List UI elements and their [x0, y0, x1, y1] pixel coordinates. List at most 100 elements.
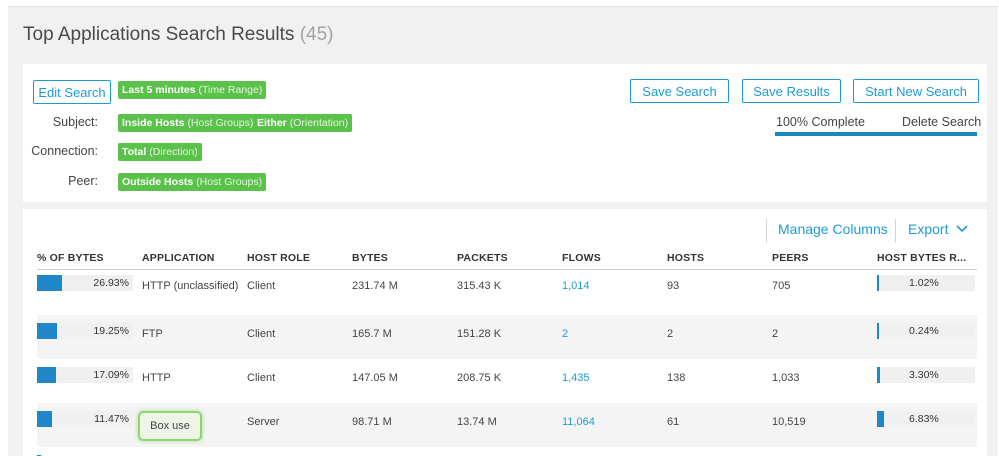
bytes-value: 147.05 M — [352, 372, 398, 384]
pct-bytes-value: 17.09% — [93, 369, 129, 381]
application-name: Box use — [150, 420, 190, 432]
host-bytes-ratio-bar: 6.83% — [877, 411, 975, 427]
host-bytes-ratio-value: 6.83% — [909, 413, 939, 425]
direction-tag-type: (Direction) — [149, 146, 198, 158]
results-panel: Manage Columns Export % OF BYTES APPLICA… — [23, 209, 987, 456]
progress-bar — [775, 132, 977, 136]
host-bytes-ratio-value: 1.02% — [909, 277, 939, 289]
host-bytes-ratio-fill — [877, 367, 880, 383]
peers-value: 2 — [772, 328, 779, 340]
table-row[interactable]: 11.47% Box use Server 98.71 M 13.74 M 11… — [37, 403, 977, 447]
flows-link[interactable]: 11,064 — [562, 416, 595, 428]
save-search-button[interactable]: Save Search — [630, 79, 729, 103]
peers-value: 705 — [772, 280, 791, 292]
host-bytes-ratio-fill — [877, 411, 884, 427]
toolbar-divider — [766, 219, 767, 243]
packets-value: 151.28 K — [457, 328, 502, 340]
host-role: Server — [247, 416, 280, 428]
orientation-tag-value: Either — [257, 117, 287, 129]
progress-status: 100% Complete — [776, 115, 865, 129]
column-header-application[interactable]: APPLICATION — [142, 252, 215, 264]
table-row[interactable]: 17.09% HTTP Client 147.05 M 208.75 K 1,4… — [37, 359, 977, 403]
bytes-value: 98.71 M — [352, 416, 392, 428]
time-range-tag-type: (Time Range) — [198, 84, 263, 96]
page-title-text: Top Applications Search Results — [23, 24, 295, 45]
pct-bytes-bar: 26.93% — [37, 275, 133, 291]
pct-bytes-bar: 19.25% — [37, 323, 133, 339]
pct-bytes-fill — [37, 275, 62, 291]
pct-bytes-fill — [37, 367, 56, 383]
column-header-host-role[interactable]: HOST ROLE — [247, 252, 310, 264]
bytes-value: 231.74 M — [352, 280, 398, 292]
host-bytes-ratio-bar: 3.30% — [877, 367, 975, 383]
packets-value: 13.74 M — [457, 416, 497, 428]
flows-link[interactable]: 1,435 — [562, 372, 590, 384]
application-name: HTTP — [142, 372, 171, 384]
time-range-tag[interactable]: Last 5 minutes (Time Range) — [118, 81, 267, 99]
direction-tag[interactable]: Total (Direction) — [118, 143, 202, 161]
pct-bytes-bar: 17.09% — [37, 367, 133, 383]
hosts-value: 2 — [667, 328, 674, 340]
column-header-hosts[interactable]: HOSTS — [667, 252, 704, 264]
manage-columns-label: Manage Columns — [778, 221, 888, 237]
host-bytes-ratio-fill — [877, 323, 879, 339]
subject-tag-value: Inside Hosts — [122, 117, 185, 129]
application-name-highlighted[interactable]: Box use — [138, 411, 202, 441]
application-name: HTTP (unclassified) — [142, 280, 239, 292]
packets-value: 208.75 K — [457, 372, 502, 384]
column-header-host-bytes-ratio[interactable]: HOST BYTES R... — [877, 252, 966, 264]
column-header-packets[interactable]: PACKETS — [457, 252, 508, 264]
peer-host-groups-tag[interactable]: Outside Hosts (Host Groups) — [118, 173, 267, 191]
direction-tag-value: Total — [122, 146, 147, 158]
subject-host-groups-tag[interactable]: Inside Hosts (Host Groups) — [118, 114, 258, 132]
edit-search-button[interactable]: Edit Search — [33, 80, 111, 104]
table-row[interactable]: 26.93% HTTP (unclassified) Client 231.74… — [37, 271, 977, 315]
column-header-bytes[interactable]: BYTES — [352, 252, 388, 264]
pct-bytes-bar: 11.47% — [37, 411, 133, 427]
connection-label: Connection: — [31, 144, 98, 158]
orientation-tag-type: (Orientation) — [289, 117, 349, 129]
peer-tag-type: (Host Groups) — [196, 176, 263, 188]
host-bytes-ratio-bar: 0.24% — [877, 323, 975, 339]
host-role: Client — [247, 328, 276, 340]
header-divider — [37, 269, 977, 270]
peer-tag-value: Outside Hosts — [122, 176, 194, 188]
host-bytes-ratio-bar: 1.02% — [877, 275, 975, 291]
save-results-button[interactable]: Save Results — [742, 79, 841, 103]
host-role: Client — [247, 280, 276, 292]
pct-bytes-fill — [37, 323, 57, 339]
bytes-value: 165.7 M — [352, 328, 392, 340]
host-bytes-ratio-fill — [877, 275, 879, 291]
application-name: FTP — [142, 328, 163, 340]
flows-link[interactable]: 1,014 — [562, 280, 590, 292]
pct-bytes-value: 26.93% — [93, 277, 129, 289]
manage-columns-button[interactable]: Manage Columns — [778, 221, 888, 237]
start-new-search-button[interactable]: Start New Search — [853, 79, 979, 103]
column-header-peers[interactable]: PEERS — [772, 252, 809, 264]
search-criteria-panel: Edit Search Last 5 minutes (Time Range) … — [23, 64, 987, 202]
hosts-value: 61 — [667, 416, 680, 428]
column-header-flows[interactable]: FLOWS — [562, 252, 601, 264]
delete-search-link[interactable]: Delete Search — [902, 115, 981, 129]
chevron-down-icon — [956, 225, 969, 233]
time-range-tag-value: Last 5 minutes — [122, 84, 196, 96]
page-title: Top Applications Search Results (45) — [23, 24, 334, 46]
peers-value: 10,519 — [772, 416, 806, 428]
orientation-tag[interactable]: Either (Orientation) — [253, 114, 353, 132]
peer-label: Peer: — [68, 174, 98, 188]
peers-value: 1,033 — [772, 372, 800, 384]
host-role: Client — [247, 372, 276, 384]
hosts-value: 93 — [667, 280, 680, 292]
hosts-value: 138 — [667, 372, 686, 384]
app-frame: Top Applications Search Results (45) Edi… — [8, 6, 998, 456]
export-label: Export — [908, 221, 949, 237]
pct-bytes-value: 11.47% — [94, 413, 129, 425]
table-row[interactable]: 19.25% FTP Client 165.7 M 151.28 K 2 2 2… — [37, 315, 977, 359]
column-header-pct-bytes[interactable]: % OF BYTES — [37, 252, 104, 264]
pct-bytes-fill — [37, 411, 52, 427]
host-bytes-ratio-value: 3.30% — [909, 369, 939, 381]
flows-link[interactable]: 2 — [562, 328, 568, 340]
host-bytes-ratio-value: 0.24% — [909, 325, 939, 337]
pct-bytes-value: 19.25% — [93, 325, 129, 337]
export-dropdown[interactable]: Export — [908, 221, 969, 237]
